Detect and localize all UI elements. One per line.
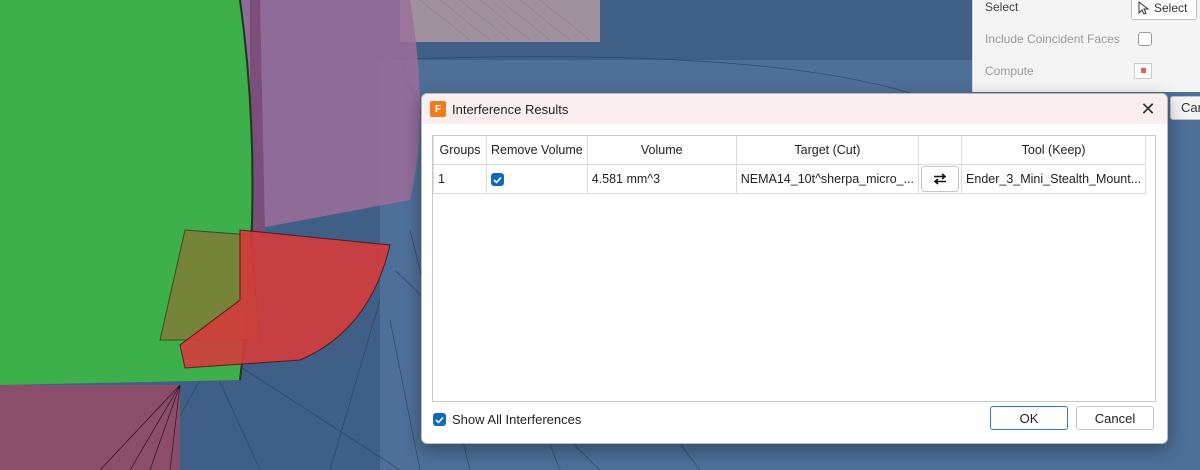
cell-swap: [918, 164, 963, 194]
results-table: Groups Remove Volume Volume Target (Cut)…: [433, 136, 1147, 194]
compute-icon[interactable]: [1134, 63, 1152, 79]
select-label: Select: [985, 0, 1019, 14]
properties-panel: Select Select Include Coincident Faces C…: [972, 0, 1200, 92]
col-remove-volume[interactable]: Remove Volume: [486, 136, 588, 165]
include-coincident-label: Include Coincident Faces: [985, 32, 1120, 46]
cell-tool: Ender_3_Mini_Stealth_Mount...: [961, 164, 1147, 194]
include-coincident-checkbox[interactable]: [1138, 32, 1152, 46]
cell-target: NEMA14_10t^sherpa_micro_...: [735, 164, 920, 194]
swap-arrows-icon: [933, 173, 947, 185]
results-grid: Groups Remove Volume Volume Target (Cut)…: [432, 135, 1156, 402]
cell-group: 1: [433, 164, 487, 194]
col-target[interactable]: Target (Cut): [735, 136, 920, 165]
col-volume[interactable]: Volume: [586, 136, 737, 165]
table-row[interactable]: 1 4.581 mm^3 NEMA14_10t^sherpa_micro_...: [433, 164, 1147, 194]
cancel-button[interactable]: Cancel: [1076, 406, 1154, 430]
compute-label: Compute: [985, 64, 1034, 78]
show-all-checkbox[interactable]: [433, 413, 446, 426]
col-groups[interactable]: Groups: [433, 136, 487, 165]
checkmark-icon: [493, 176, 502, 184]
select-button[interactable]: Select: [1131, 0, 1197, 20]
dialog-titlebar[interactable]: F Interference Results ✕: [422, 94, 1167, 124]
ok-button[interactable]: OK: [990, 406, 1068, 430]
remove-volume-checkbox[interactable]: [491, 173, 504, 187]
show-all-interferences[interactable]: Show All Interferences: [433, 412, 581, 427]
col-tool[interactable]: Tool (Keep): [961, 136, 1147, 165]
panel-cancel-button[interactable]: Can: [1170, 96, 1200, 120]
checkmark-icon: [435, 416, 444, 424]
show-all-label: Show All Interferences: [452, 412, 582, 427]
select-button-label: Select: [1154, 1, 1188, 15]
interference-results-dialog: F Interference Results ✕ Groups Remove V…: [421, 93, 1168, 444]
cell-volume: 4.581 mm^3: [586, 164, 737, 194]
dialog-title: Interference Results: [452, 101, 569, 117]
table-header-row: Groups Remove Volume Volume Target (Cut)…: [433, 136, 1147, 165]
swap-button[interactable]: [921, 166, 960, 192]
cursor-arrow-icon: [1138, 1, 1150, 15]
cell-remove-volume: [486, 164, 588, 194]
fusion-app-icon: F: [430, 101, 446, 117]
close-icon[interactable]: ✕: [1137, 98, 1159, 120]
col-swap: [918, 136, 963, 165]
